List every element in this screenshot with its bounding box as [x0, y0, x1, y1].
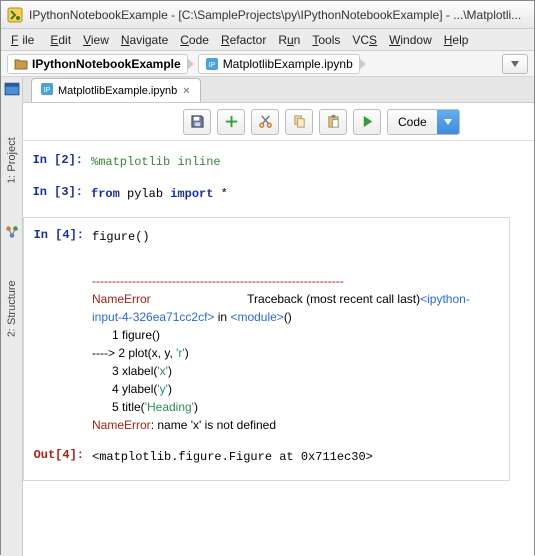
paste-button[interactable] [319, 109, 347, 135]
copy-icon [292, 114, 307, 129]
scissors-icon [258, 114, 273, 129]
tool-window-bar: 1: Project 2: Structure [1, 77, 23, 556]
save-button[interactable] [183, 109, 211, 135]
menu-edit[interactable]: Edit [46, 31, 75, 49]
cell-group-4: In [4]: figure() -----------------------… [23, 217, 510, 481]
cell-prompt: In [3]: [23, 185, 91, 203]
project-tool-icon[interactable] [4, 81, 20, 97]
plus-icon [224, 114, 239, 129]
structure-tool-icon[interactable] [4, 224, 20, 240]
breadcrumb: IPythonNotebookExample IP MatplotlibExam… [1, 51, 534, 77]
window-titlebar: IPythonNotebookExample - [C:\SampleProje… [1, 1, 534, 29]
editor-tab[interactable]: IP MatplotlibExample.ipynb × [31, 78, 201, 102]
cell-type-arrow[interactable] [437, 110, 459, 134]
editor-tab-label: MatplotlibExample.ipynb [58, 85, 177, 97]
window-title: IPythonNotebookExample - [C:\SampleProje… [29, 8, 528, 22]
cut-button[interactable] [251, 109, 279, 135]
menu-vcs[interactable]: VCS [348, 31, 381, 49]
menu-code[interactable]: Code [176, 31, 213, 49]
sidebar-tab-label: Structure [6, 280, 18, 325]
add-cell-button[interactable] [217, 109, 245, 135]
sidebar-tab-num: 2: [6, 328, 17, 336]
menu-view[interactable]: View [79, 31, 113, 49]
menu-run[interactable]: Run [274, 31, 304, 49]
menu-window[interactable]: Window [385, 31, 436, 49]
chevron-down-icon [444, 119, 452, 125]
menu-help[interactable]: Help [440, 31, 473, 49]
run-button[interactable] [353, 109, 381, 135]
notebook-body[interactable]: In [2]: %matplotlib inline In [3]: from … [23, 141, 534, 556]
cell-prompt: In [4]: [24, 228, 92, 246]
sidebar-tab-structure[interactable]: 2: Structure [6, 280, 18, 337]
folder-icon [14, 57, 28, 71]
cell-in-4: In [4]: figure() [24, 228, 509, 246]
menu-tools[interactable]: Tools [308, 31, 344, 49]
cell-code[interactable]: %matplotlib inline [91, 153, 522, 171]
traceback: ----------------------------------------… [92, 272, 509, 434]
workspace: 1: Project 2: Structure IP MatplotlibExa… [1, 77, 534, 556]
cell-out-4: Out[4]: <matplotlib.figure.Figure at 0x7… [24, 448, 509, 466]
ipynb-icon: IP [205, 57, 219, 71]
editor-area: IP MatplotlibExample.ipynb × [23, 77, 534, 556]
breadcrumb-file[interactable]: IP MatplotlibExample.ipynb [198, 54, 360, 74]
app-icon [7, 7, 23, 23]
menu-navigate[interactable]: Navigate [117, 31, 172, 49]
cell-in-2: In [2]: %matplotlib inline [23, 153, 522, 171]
copy-button[interactable] [285, 109, 313, 135]
cell-type-label: Code [388, 110, 437, 134]
menubar: File Edit View Navigate Code Refactor Ru… [1, 29, 534, 51]
close-tab-button[interactable]: × [181, 85, 191, 97]
cell-in-3: In [3]: from pylab import * [23, 185, 522, 203]
breadcrumb-project[interactable]: IPythonNotebookExample [7, 54, 188, 74]
sidebar-tab-num: 1: [6, 175, 17, 183]
cell-type-selector[interactable]: Code [387, 109, 460, 135]
editor-tab-row: IP MatplotlibExample.ipynb × [23, 77, 534, 103]
chevron-down-icon [511, 61, 519, 67]
paste-icon [326, 114, 341, 129]
cell-prompt-empty [24, 272, 92, 434]
breadcrumb-file-label: MatplotlibExample.ipynb [223, 57, 353, 71]
menu-refactor[interactable]: Refactor [217, 31, 270, 49]
breadcrumb-dropdown[interactable] [502, 54, 528, 74]
cell-output: <matplotlib.figure.Figure at 0x711ec30> [92, 448, 509, 466]
cell-prompt: Out[4]: [24, 448, 92, 466]
notebook-toolbar: Code [23, 103, 534, 141]
cell-error-4: ----------------------------------------… [24, 272, 509, 434]
cell-prompt: In [2]: [23, 153, 91, 171]
svg-text:IP: IP [208, 62, 215, 69]
save-icon [190, 114, 205, 129]
cell-code[interactable]: from pylab import * [91, 185, 522, 203]
play-icon [360, 114, 375, 129]
breadcrumb-project-label: IPythonNotebookExample [32, 57, 181, 71]
cell-code[interactable]: figure() [92, 228, 509, 246]
menu-file[interactable]: File [7, 31, 42, 49]
svg-text:IP: IP [44, 87, 51, 94]
sidebar-tab-project[interactable]: 1: Project [6, 137, 18, 184]
sidebar-tab-label: Project [6, 137, 18, 171]
ipynb-icon: IP [40, 82, 54, 99]
